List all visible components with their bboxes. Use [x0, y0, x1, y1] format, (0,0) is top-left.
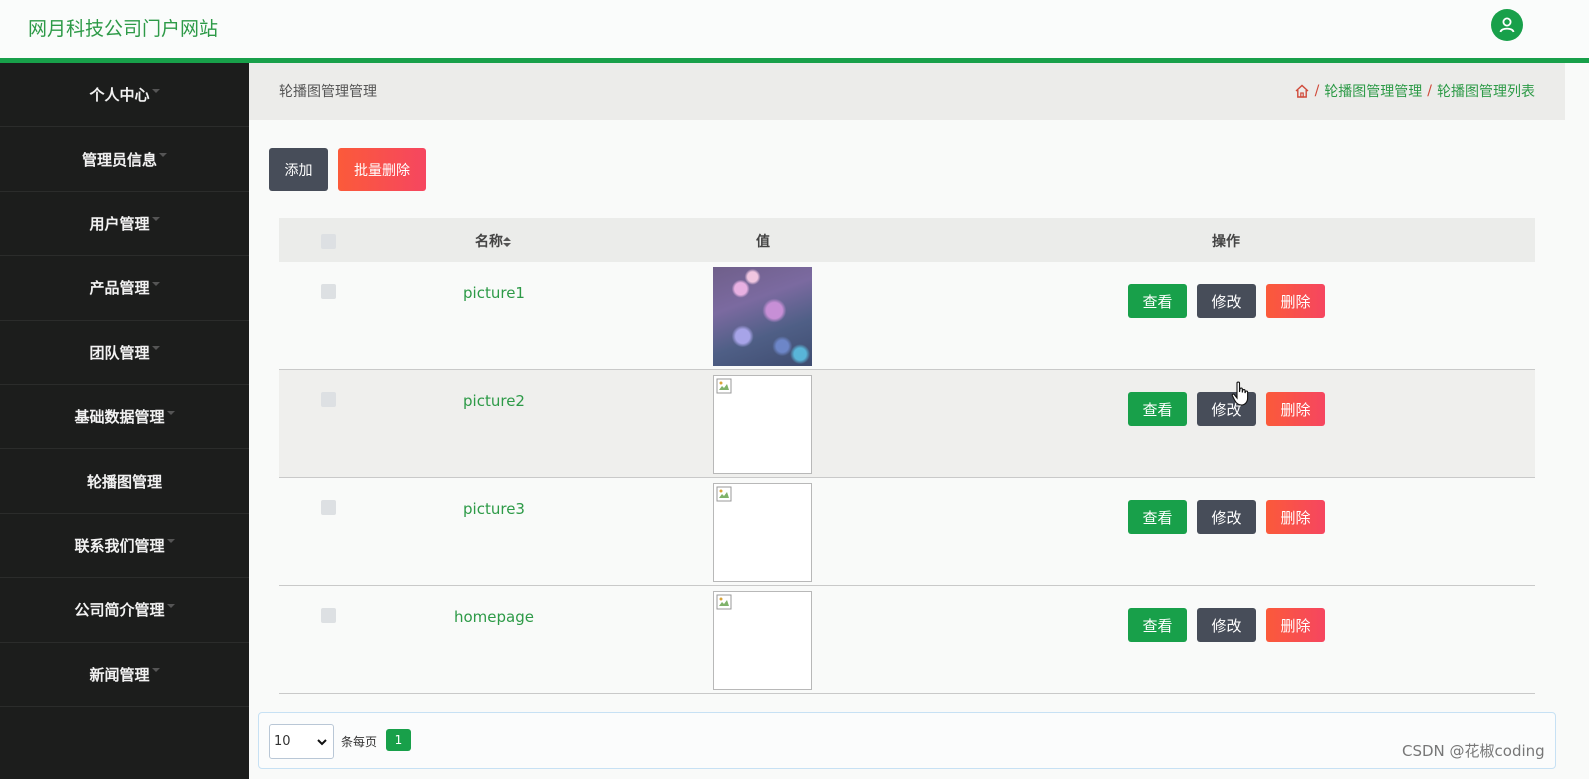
sidebar-item-label: 团队管理 [89, 343, 150, 362]
per-page-label: 条每页 [341, 735, 378, 749]
sidebar-item-user-management[interactable]: 用户管理 [0, 192, 249, 257]
content-header: 轮播图管理管理 / 轮播图管理管理 / 轮播图管理列表 [249, 63, 1565, 120]
select-all-checkbox[interactable] [321, 234, 336, 249]
sidebar-item-label: 产品管理 [89, 279, 150, 298]
carousel-table: 名称 值 操作 picture1 查看 修改 删除 picture2 查看 修改… [279, 218, 1535, 694]
sidebar-item-news-management[interactable]: 新闻管理 [0, 643, 249, 707]
chevron-down-icon [317, 739, 327, 746]
delete-button[interactable]: 删除 [1266, 284, 1325, 318]
column-header-name[interactable]: 名称 [475, 231, 511, 251]
row-name: homepage [454, 608, 534, 626]
batch-delete-button[interactable]: 批量删除 [338, 148, 426, 191]
edit-button[interactable]: 修改 [1197, 284, 1256, 318]
column-header-value: 值 [756, 234, 770, 250]
sidebar-item-company-intro-management[interactable]: 公司简介管理 [0, 578, 249, 643]
breadcrumb-item[interactable]: 轮播图管理管理 [1324, 81, 1422, 101]
caret-down-icon [166, 539, 175, 544]
edit-button[interactable]: 修改 [1197, 500, 1256, 534]
caret-down-icon [166, 603, 175, 608]
sidebar: 个人中心 管理员信息 用户管理 产品管理 团队管理 基础数据管理 轮播图管理 联… [0, 63, 249, 779]
edit-button[interactable]: 修改 [1197, 608, 1256, 642]
caret-down-icon [151, 281, 160, 286]
sidebar-item-label: 个人中心 [89, 86, 150, 105]
broken-image-icon [716, 594, 732, 610]
broken-image-icon [716, 378, 732, 394]
user-avatar-icon[interactable] [1491, 9, 1523, 41]
sidebar-item-personal-center[interactable]: 个人中心 [0, 63, 249, 128]
home-icon[interactable] [1294, 83, 1310, 99]
page-number-button[interactable]: 1 [386, 729, 411, 751]
pagination: 10 条每页 1 [258, 712, 1556, 769]
caret-down-icon [151, 668, 160, 673]
sidebar-item-base-data-management[interactable]: 基础数据管理 [0, 385, 249, 450]
sidebar-item-label: 管理员信息 [81, 150, 157, 169]
row-name: picture1 [463, 284, 525, 302]
table-header: 名称 值 操作 [279, 218, 1535, 262]
table-row: homepage 查看 修改 删除 [279, 586, 1535, 694]
sort-icon [503, 237, 511, 247]
caret-down-icon [166, 410, 175, 415]
caret-down-icon [151, 346, 160, 351]
sidebar-item-carousel-management[interactable]: 轮播图管理 [0, 449, 249, 514]
delete-button[interactable]: 删除 [1266, 500, 1325, 534]
table-row: picture2 查看 修改 删除 [279, 370, 1535, 478]
page-title: 轮播图管理管理 [279, 84, 377, 100]
sidebar-item-label: 轮播图管理 [86, 472, 162, 491]
page-size-value: 10 [274, 734, 291, 749]
breadcrumb: / 轮播图管理管理 / 轮播图管理列表 [1294, 81, 1535, 101]
breadcrumb-item[interactable]: 轮播图管理列表 [1437, 81, 1535, 101]
sidebar-item-team-management[interactable]: 团队管理 [0, 321, 249, 385]
caret-down-icon [159, 153, 167, 158]
sidebar-item-label: 基础数据管理 [74, 408, 165, 427]
hand-cursor-icon [1231, 381, 1249, 406]
carousel-image [713, 483, 812, 582]
broken-image-icon [716, 486, 732, 502]
sidebar-item-label: 公司简介管理 [74, 601, 165, 620]
top-bar: 网月科技公司门户网站 [0, 0, 1589, 58]
add-button[interactable]: 添加 [269, 148, 328, 191]
page-size-select[interactable]: 10 [269, 724, 334, 759]
row-name: picture2 [463, 392, 525, 410]
sidebar-item-label: 联系我们管理 [74, 536, 165, 555]
sidebar-item-product-management[interactable]: 产品管理 [0, 256, 249, 321]
breadcrumb-separator: / [1427, 83, 1432, 99]
view-button[interactable]: 查看 [1128, 392, 1187, 426]
sidebar-item-contact-management[interactable]: 联系我们管理 [0, 514, 249, 579]
watermark: CSDN @花椒coding [1402, 742, 1545, 760]
carousel-image [713, 591, 812, 690]
carousel-image [713, 375, 812, 474]
sidebar-item-label: 用户管理 [89, 214, 150, 233]
sidebar-item-admin-info[interactable]: 管理员信息 [0, 127, 249, 192]
view-button[interactable]: 查看 [1128, 284, 1187, 318]
carousel-image [713, 267, 812, 366]
column-header-actions: 操作 [1212, 234, 1240, 250]
table-row: picture1 查看 修改 删除 [279, 262, 1535, 370]
table-row: picture3 查看 修改 删除 [279, 478, 1535, 586]
caret-down-icon [151, 217, 160, 222]
view-button[interactable]: 查看 [1128, 500, 1187, 534]
sidebar-item-label: 新闻管理 [89, 665, 150, 684]
delete-button[interactable]: 删除 [1266, 608, 1325, 642]
row-name: picture3 [463, 500, 525, 518]
view-button[interactable]: 查看 [1128, 608, 1187, 642]
breadcrumb-separator: / [1314, 83, 1320, 99]
delete-button[interactable]: 删除 [1266, 392, 1325, 426]
caret-down-icon [151, 88, 160, 93]
app-title: 网月科技公司门户网站 [28, 18, 219, 40]
